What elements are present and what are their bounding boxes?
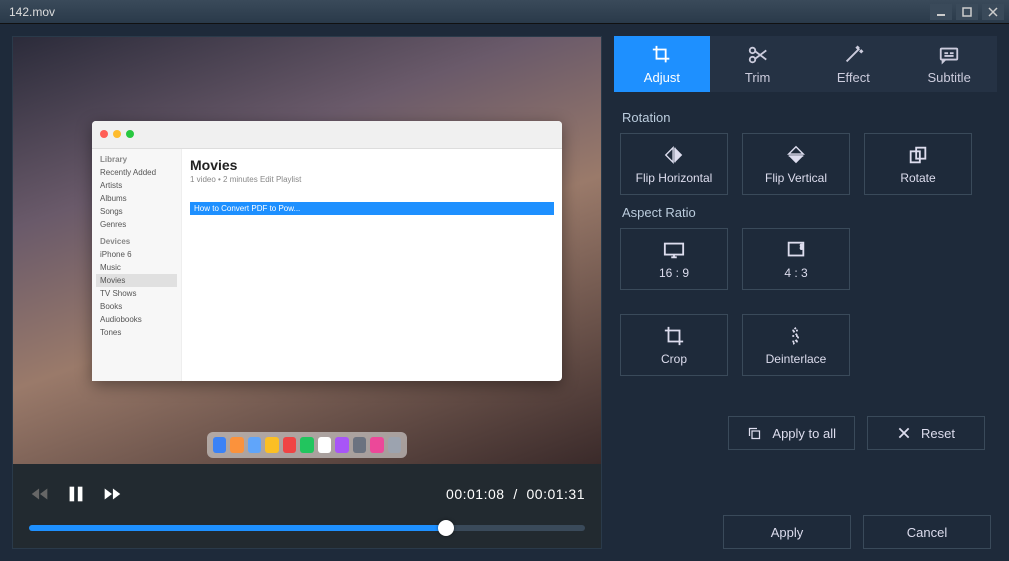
aspect-label: Aspect Ratio: [622, 205, 989, 220]
total-time: 00:01:31: [527, 486, 586, 502]
tab-subtitle[interactable]: Subtitle: [901, 36, 997, 92]
video-player: Library Recently AddedArtistsAlbumsSongs…: [12, 36, 602, 549]
player-controls: 00:01:08 / 00:01:31: [13, 464, 601, 548]
scissors-icon: [747, 44, 769, 66]
wand-icon: [842, 44, 864, 66]
minimize-button[interactable]: [930, 4, 952, 20]
tab-trim[interactable]: Trim: [710, 36, 806, 92]
x-icon: [897, 426, 911, 440]
copy-icon: [747, 426, 762, 441]
forward-icon: [101, 483, 123, 505]
edit-tabs: Adjust Trim Effect Subtitle: [614, 36, 997, 92]
forward-button[interactable]: [101, 483, 123, 505]
apply-to-all-button[interactable]: Apply to all: [728, 416, 855, 450]
flip-horizontal-icon: [662, 144, 686, 166]
tab-adjust[interactable]: Adjust: [614, 36, 710, 92]
rewind-icon: [29, 483, 51, 505]
crop-icon: [651, 44, 673, 66]
monitor-icon: [784, 239, 808, 261]
deinterlace-button[interactable]: Deinterlace: [742, 314, 850, 376]
app-window: 142.mov: [0, 0, 1009, 561]
reset-button[interactable]: Reset: [867, 416, 985, 450]
rewind-button[interactable]: [29, 483, 51, 505]
crop-button[interactable]: Crop: [620, 314, 728, 376]
video-preview[interactable]: Library Recently AddedArtistsAlbumsSongs…: [13, 37, 601, 464]
pause-button[interactable]: [65, 483, 87, 505]
maximize-button[interactable]: [956, 4, 978, 20]
seek-bar[interactable]: [29, 516, 585, 540]
flip-horizontal-button[interactable]: Flip Horizontal: [620, 133, 728, 195]
aspect-16-9-button[interactable]: 16 : 9: [620, 228, 728, 290]
current-time: 00:01:08: [446, 486, 505, 502]
monitor-wide-icon: [662, 239, 686, 261]
tab-effect[interactable]: Effect: [806, 36, 902, 92]
crop-tool-icon: [662, 325, 686, 347]
minimize-icon: [936, 7, 946, 17]
seek-thumb[interactable]: [438, 520, 454, 536]
seek-fill: [29, 525, 446, 531]
titlebar: 142.mov: [0, 0, 1009, 24]
cancel-button[interactable]: Cancel: [863, 515, 991, 549]
pause-icon: [65, 483, 87, 505]
maximize-icon: [962, 7, 972, 17]
rotate-icon: [906, 144, 930, 166]
preview-content: Library Recently AddedArtistsAlbumsSongs…: [92, 121, 562, 381]
flip-vertical-button[interactable]: Flip Vertical: [742, 133, 850, 195]
preview-dock: [207, 432, 407, 458]
aspect-4-3-button[interactable]: 4 : 3: [742, 228, 850, 290]
deinterlace-icon: [784, 325, 808, 347]
close-icon: [988, 7, 998, 17]
rotation-label: Rotation: [622, 110, 989, 125]
edit-panel: Adjust Trim Effect Subtitle Rotation: [614, 36, 997, 549]
close-button[interactable]: [982, 4, 1004, 20]
flip-vertical-icon: [784, 144, 808, 166]
time-display: 00:01:08 / 00:01:31: [446, 486, 585, 502]
apply-button[interactable]: Apply: [723, 515, 851, 549]
subtitle-icon: [938, 44, 960, 66]
rotate-button[interactable]: Rotate: [864, 133, 972, 195]
window-title: 142.mov: [5, 5, 930, 19]
